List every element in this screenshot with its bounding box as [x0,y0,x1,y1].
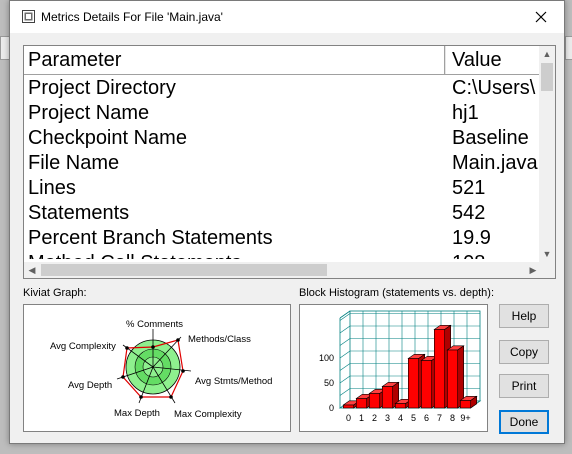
histogram-grid-line [339,338,351,346]
param-cell: Project Name [28,102,150,124]
histogram-bar [434,329,446,409]
copy-button[interactable]: Copy [499,340,549,364]
histogram-grid-line [339,350,351,359]
histogram-grid-line [339,375,351,384]
histogram-bar [342,404,354,409]
value-cell: 542 [452,202,486,224]
kiviat-axis-label: Avg Depth [68,380,112,391]
histogram-x-tick: 4 [398,413,403,423]
list-header: Parameter Value [24,46,541,75]
histogram-x-tick: 3 [385,413,390,423]
param-cell: Percent Branch Statements [28,227,273,249]
kiviat-graph-panel: % Comments Methods/Class Avg Stmts/Metho… [23,304,291,432]
print-button[interactable]: Print [499,374,549,398]
done-button[interactable]: Done [499,410,549,434]
horizontal-scrollbar[interactable]: ◀ ▶ [24,262,541,278]
app-icon [22,10,35,23]
list-row[interactable]: Method Call Statements 108 [24,251,541,259]
list-row[interactable]: Lines 521 [24,176,541,201]
close-button[interactable] [518,1,564,33]
value-cell: 521 [452,177,486,199]
histogram-x-tick: 2 [372,413,377,423]
histogram-bar [395,403,407,409]
kiviat-label: Kiviat Graph: [23,287,87,299]
histogram-x-tick: 5 [411,413,416,423]
param-cell: Method Call Statements [28,251,241,259]
value-cell: C:\Users\ [452,77,536,99]
kiviat-graph: % Comments Methods/Class Avg Stmts/Metho… [50,319,272,420]
kiviat-axis-label: Methods/Class [188,334,251,345]
histogram-bar [355,398,367,409]
histogram-y-tick: 0 [329,403,334,413]
histogram-bar [382,386,394,409]
param-cell: File Name [28,152,120,174]
scroll-down-icon[interactable]: ▼ [539,246,555,262]
histogram-x-tick: 7 [437,413,442,423]
kiviat-axis-label: Max Depth [114,408,160,419]
param-cell: Project Directory [28,77,176,99]
window-title: Metrics Details For File 'Main.java' [41,10,223,24]
value-cell: hj1 [452,102,479,124]
histogram-x-tick: 6 [424,413,429,423]
list-row[interactable]: Project Name hj1 [24,101,541,126]
kiviat-axis-label: Avg Stmts/Method [195,376,272,387]
param-cell: Checkpoint Name [28,127,187,149]
metrics-dialog: Metrics Details For File 'Main.java' Par… [9,0,565,444]
value-cell: Main.java [452,152,538,174]
column-divider[interactable] [444,46,446,74]
value-cell: Baseline [452,127,529,149]
block-histogram: 0501000 1 2 3 4 5 6 7 8 9+ [319,310,482,423]
param-cell: Statements [28,202,130,224]
histogram-bar [408,358,420,409]
list-body: Project Directory C:\Users\ Project Name… [24,75,541,259]
histogram-bar [447,349,459,409]
vertical-scroll-thumb[interactable] [541,63,553,91]
histogram-x-tick: 9+ [460,413,470,423]
metrics-list[interactable]: Parameter Value Project Directory C:\Use… [23,45,556,279]
histogram-label: Block Histogram (statements vs. depth): [299,287,495,299]
histogram-y-tick: 50 [324,378,334,388]
scroll-left-icon[interactable]: ◀ [24,262,40,278]
list-row[interactable]: Statements 542 [24,201,541,226]
background-tab [565,36,572,60]
histogram-bar [460,400,472,409]
column-header-parameter[interactable]: Parameter [24,46,445,74]
param-cell: Lines [28,177,76,199]
histogram-x-tick: 0 [346,413,351,423]
kiviat-axis-label: % Comments [126,319,183,330]
histogram-bar [421,360,433,409]
title-bar: Metrics Details For File 'Main.java' [10,1,564,33]
histogram-panel: 0 50 100 0 1 2 3 4 5 6 7 8 9+ [299,304,488,432]
histogram-grid-line [339,388,351,396]
value-cell: 108 [452,251,541,259]
vertical-scrollbar[interactable]: ▲ ▼ [539,46,555,262]
histogram-grid-line [339,363,351,371]
list-row[interactable]: Checkpoint Name Baseline [24,126,541,151]
histogram-bar [369,393,381,409]
histogram-x-tick: 1 [359,413,364,423]
histogram-x-tick: 8 [450,413,455,423]
scrollbar-corner [539,262,555,278]
column-header-value[interactable]: Value [448,46,541,74]
list-row[interactable]: Percent Branch Statements 19.9 [24,226,541,251]
scroll-up-icon[interactable]: ▲ [539,46,555,62]
horizontal-scroll-thumb[interactable] [41,264,327,276]
help-button[interactable]: Help [499,304,549,328]
close-icon [535,11,547,23]
list-row[interactable]: Project Directory C:\Users\ [24,76,541,101]
value-cell: 19.9 [452,227,491,249]
kiviat-axis-label: Avg Complexity [50,341,116,352]
histogram-grid-line [339,325,351,334]
list-row[interactable]: File Name Main.java [24,151,541,176]
kiviat-axis-label: Max Complexity [174,409,242,420]
histogram-y-tick: 100 [319,353,334,363]
